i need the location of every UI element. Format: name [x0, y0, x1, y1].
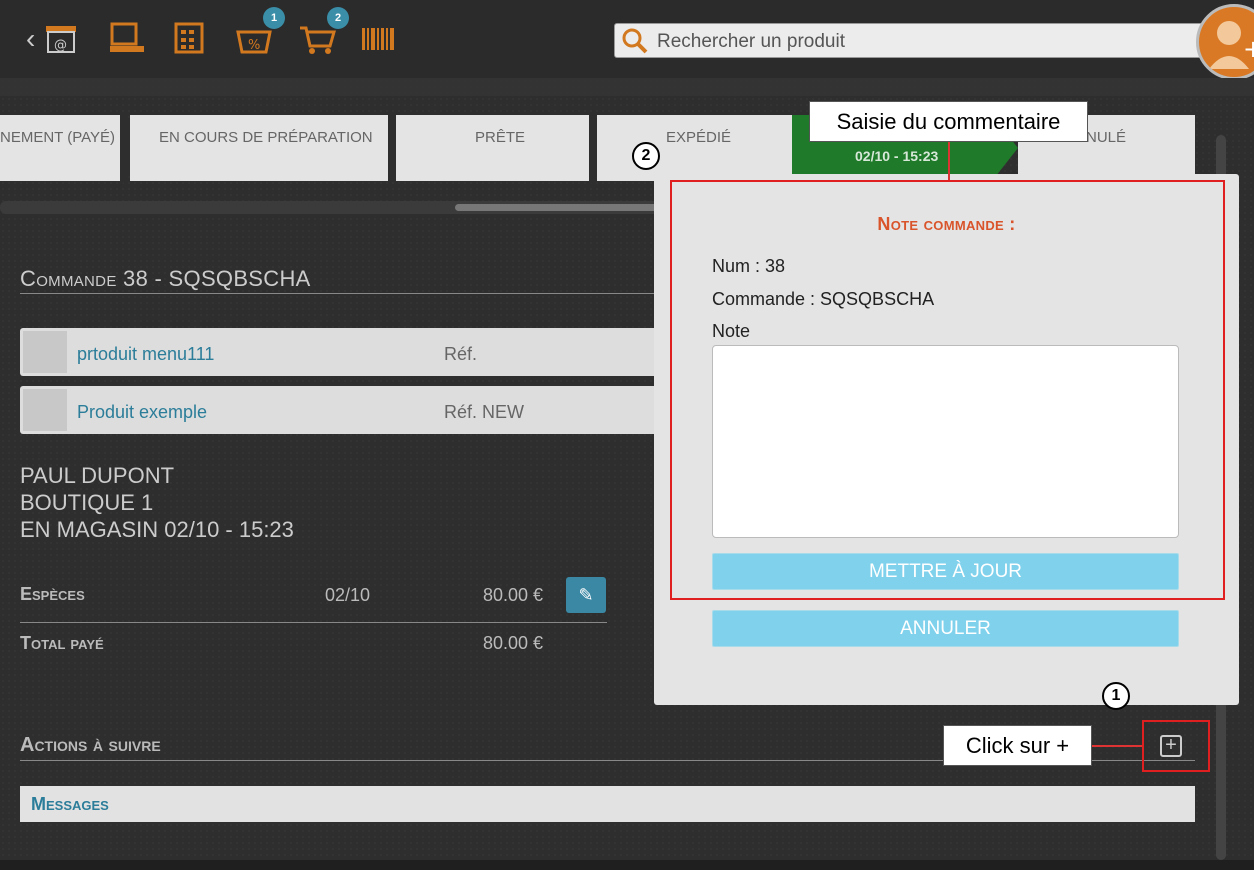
product-ref: Réf. NEW — [444, 402, 525, 422]
search-input[interactable]: Rechercher un produit — [614, 23, 1214, 58]
barcode-icon[interactable] — [360, 20, 398, 66]
annotation-highlight-form — [670, 180, 1225, 600]
back-icon[interactable]: ‹ — [26, 20, 35, 58]
annotation-connector — [1092, 745, 1142, 747]
total-label: Total payé — [20, 633, 104, 653]
total-amount: 80.00 € — [483, 633, 544, 653]
search-placeholder: Rechercher un produit — [657, 31, 845, 52]
annotation-marker-2: 2 — [632, 142, 660, 170]
step-preparation[interactable]: EN COURS DE PRÉPARATION — [130, 115, 390, 181]
messages-label: Messages — [31, 794, 109, 814]
product-name[interactable]: prtoduit menu111 — [77, 344, 214, 365]
customer-name: PAUL DUPONT — [20, 463, 175, 488]
product-row[interactable]: prtoduit menu111 Réf. — [20, 328, 660, 376]
svg-text:@: @ — [54, 38, 67, 53]
annotation-connector — [948, 140, 950, 180]
product-name[interactable]: Produit exemple — [77, 402, 207, 423]
svg-text:%: % — [248, 38, 260, 53]
customer-pickup: EN MAGASIN 02/10 - 15:23 — [20, 517, 294, 542]
step-expedie[interactable]: EXPÉDIÉ — [597, 115, 792, 181]
cancel-button[interactable]: ANNULER — [712, 610, 1179, 647]
pipeline-scroll-thumb[interactable] — [455, 204, 670, 211]
edit-payment-button[interactable]: ✎ — [566, 577, 606, 613]
search-icon — [622, 28, 648, 54]
payment-method: Espèces — [20, 584, 85, 604]
web-store-icon[interactable]: @ — [44, 20, 78, 66]
product-thumbnail — [23, 389, 67, 431]
messages-tab[interactable]: Messages — [20, 786, 1195, 822]
user-add-icon[interactable]: + — [1196, 4, 1254, 80]
pencil-icon: ✎ — [578, 585, 594, 605]
divider — [20, 622, 607, 623]
cart-badge: 2 — [327, 7, 349, 29]
product-row[interactable]: Produit exemple Réf. NEW — [20, 386, 660, 434]
product-thumbnail — [23, 331, 67, 373]
payment-date: 02/10 — [325, 585, 371, 605]
promo-badge: 1 — [263, 7, 285, 29]
step-prete[interactable]: PRÊTE — [396, 115, 591, 181]
payment-amount: 80.00 € — [483, 585, 544, 605]
top-bar: ‹ @ % 1 2 Rechercher un produit + — [0, 0, 1254, 80]
pos-terminal-icon[interactable] — [108, 20, 148, 66]
customer-store: BOUTIQUE 1 — [20, 490, 154, 515]
step-abonnement[interactable]: NEMENT (PAYÉ) — [0, 115, 122, 181]
product-ref: Réf. — [444, 344, 478, 364]
footer — [0, 860, 1254, 870]
annotation-callout-click: Click sur + — [943, 725, 1092, 766]
annotation-marker-1: 1 — [1102, 682, 1130, 710]
actions-title: Actions à suivre — [20, 734, 161, 756]
pipeline-scrollbar[interactable] — [0, 201, 670, 214]
annotation-callout-comment: Saisie du commentaire — [809, 101, 1088, 142]
svg-text:+: + — [1243, 35, 1254, 63]
annotation-highlight-plus — [1142, 720, 1210, 772]
order-title: Commande 38 - SQSQBSCHA — [20, 266, 311, 291]
calculator-icon[interactable] — [172, 20, 210, 66]
divider — [20, 293, 660, 294]
